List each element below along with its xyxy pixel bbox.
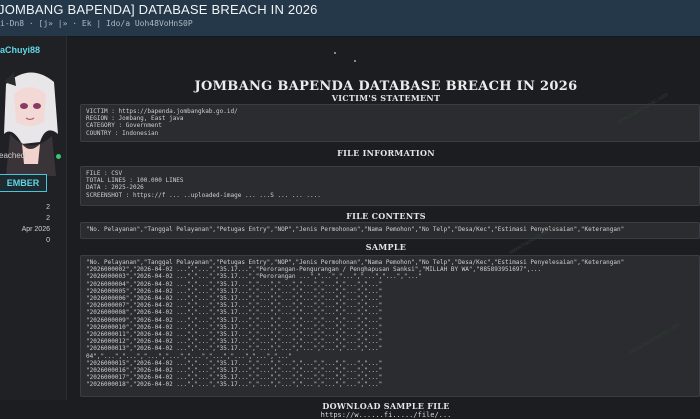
victim-line: COUNTRY : Indonesian (86, 129, 159, 137)
sample-row: 04","...","...","...","...","...","...",… (86, 352, 292, 360)
sample-row: "2026000007","2026-04-02 ...","...","35.… (86, 302, 383, 310)
victim-line: CATEGORY : Government (86, 122, 162, 130)
sample-row: "2026000017","2026-04-02 ...","...","35.… (86, 374, 383, 382)
sample-row: "2026000004","2026-04-02 ...","...","35.… (86, 280, 383, 288)
sample-row: "2026000018","2026-04-02 ...","...","35.… (86, 381, 383, 389)
download-heading: DOWNLOAD SAMPLE FILE (322, 401, 450, 411)
sample-row: "2026000003","2026-04-02 ...","...","35.… (86, 273, 422, 281)
status-text: eached (0, 151, 26, 160)
decor-dot (354, 60, 356, 62)
victim-line: REGION : Jombang, East java (86, 115, 184, 123)
sample-row: "2026000016","2026-04-02 ...","...","35.… (86, 367, 383, 375)
sample-row: "2026000006","2026-04-02 ...","...","35.… (86, 295, 383, 303)
decor-dot (334, 52, 336, 54)
online-dot-icon (56, 154, 61, 159)
topbar: JOMBANG BAPENDA] DATABASE BREACH IN 2026… (0, 0, 700, 37)
sample-row: "2026000002","2026-04-02 ...","...","35.… (86, 266, 542, 274)
username[interactable]: aChuyi88 (0, 45, 40, 55)
online-status: eached (0, 150, 64, 164)
stat-joined: Apr 2026 (21, 226, 50, 233)
sample-row: "2026000010","2026-04-02 ...","...","35.… (86, 323, 383, 331)
contents-box: "No. Pelayanan","Tanggal Pelayanan","Pet… (80, 222, 700, 239)
member-badge: EMBER (0, 174, 47, 192)
stat-reputation: 0 (46, 237, 50, 244)
thread-title: JOMBANG BAPENDA] DATABASE BREACH IN 2026 (0, 2, 318, 17)
sample-row: "2026000009","2026-04-02 ...","...","35.… (86, 316, 383, 324)
sample-row: "2026000015","2026-04-02 ...","...","35.… (86, 359, 383, 367)
stat-threads: 2 (46, 215, 50, 222)
sample-row: "2026000013","2026-04-02 ...","...","35.… (86, 345, 383, 353)
fileinfo-heading: FILE INFORMATION (337, 148, 435, 158)
thread-subtitle: i-Dn8 · [j» |» · Ek | Ido/a Uoh48VoHnS0P (0, 19, 193, 28)
victim-line: VICTIM : https://bapenda.jombangkab.go.i… (86, 108, 238, 115)
post-body: JOMBANG BAPENDA DATABASE BREACH IN 2026 … (66, 36, 700, 419)
sample-box: "No. Pelayanan","Tanggal Pelayanan","Pet… (80, 255, 700, 397)
download-link[interactable]: https://w......fi...../file/... (66, 411, 700, 419)
stat-posts: 2 (46, 204, 50, 211)
sample-row: "2026000012","2026-04-02 ...","...","35.… (86, 338, 383, 346)
post-title: JOMBANG BAPENDA DATABASE BREACH IN 2026 (194, 79, 578, 94)
victim-box: VICTIM : https://bapenda.jombangkab.go.i… (80, 104, 700, 142)
sample-row: "2026000011","2026-04-02 ...","...","35.… (86, 331, 383, 339)
fileinfo-line: FILE : CSV (86, 170, 123, 177)
victim-heading: VICTIM'S STATEMENT (331, 93, 441, 103)
contents-line: "No. Pelayanan","Tanggal Pelayanan","Pet… (86, 226, 625, 233)
fileinfo-line: TOTAL LINES : 100.000 LINES (86, 177, 184, 185)
fileinfo-line: SCREENSHOT : https://f ... ..uploaded-im… (86, 191, 321, 199)
sample-row: "2026000005","2026-04-02 ...","...","35.… (86, 287, 383, 295)
sample-heading: SAMPLE (365, 242, 407, 252)
fileinfo-line: DATA : 2025-2026 (86, 184, 144, 192)
sample-row: "No. Pelayanan","Tanggal Pelayanan","Pet… (86, 259, 625, 266)
user-sidebar: aChuyi88 eached EMBER 2 2 Apr 2026 0 (0, 36, 67, 400)
fileinfo-box: FILE : CSV TOTAL LINES : 100.000 LINES D… (80, 166, 700, 206)
sample-row: "2026000008","2026-04-02 ...","...","35.… (86, 309, 383, 317)
contents-heading: FILE CONTENTS (346, 211, 426, 221)
